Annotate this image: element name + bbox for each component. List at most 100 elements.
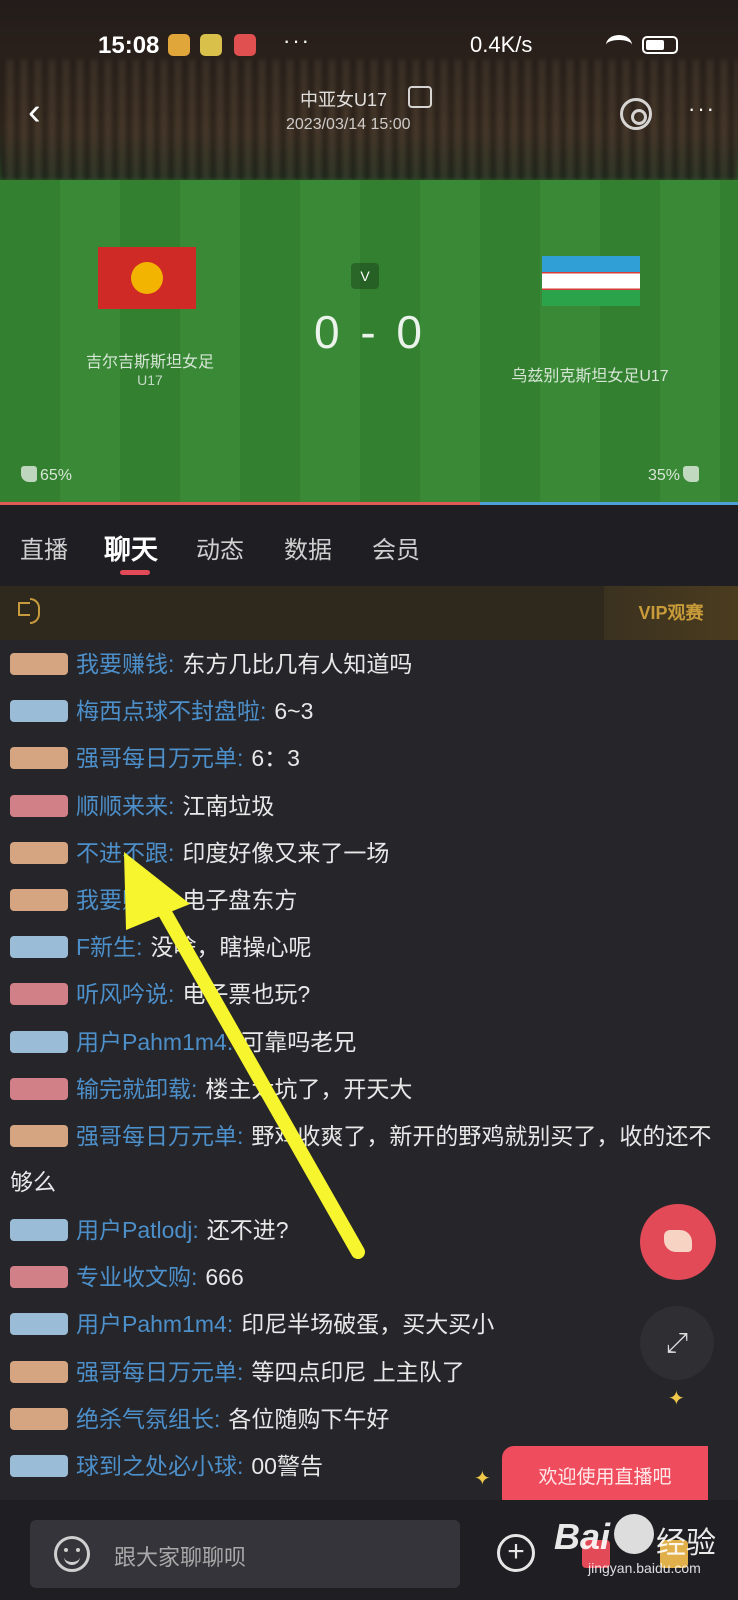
- chat-username[interactable]: 用户Pahm1m4: [76, 1311, 227, 1337]
- user-level-badge: [10, 889, 68, 911]
- chat-username[interactable]: 绝杀气氛组长: [76, 1406, 214, 1432]
- more-icon[interactable]: ···: [688, 96, 716, 122]
- chat-separator: :: [191, 1075, 198, 1102]
- chat-message[interactable]: 用户Pahm1m4: 可靠吗老兄: [10, 1019, 730, 1065]
- chat-separator: :: [214, 1405, 221, 1432]
- expand-icon[interactable]: ⤢: [640, 1306, 714, 1380]
- chat-text: 印度好像又来了一场: [182, 839, 390, 866]
- chat-text: 6~3: [274, 698, 314, 725]
- chat-input-placeholder: 跟大家聊聊呗: [114, 1545, 247, 1570]
- vote-bar-home-fill: [0, 502, 480, 505]
- user-level-badge: [10, 983, 68, 1006]
- chat-message[interactable]: F新生: 没啥，瞎操心呢: [10, 924, 730, 970]
- plus-icon[interactable]: +: [497, 1534, 535, 1572]
- notice-bar: VIP观赛: [0, 586, 738, 640]
- chat-message[interactable]: 用户Patlodj: 还不进?: [10, 1207, 730, 1253]
- chat-message[interactable]: 用户Pahm1m4: 印尼半场破蛋，买大买小: [10, 1301, 730, 1347]
- emoji-icon[interactable]: [54, 1536, 90, 1572]
- chat-message[interactable]: 专业收文购: 666: [10, 1254, 730, 1300]
- chat-text: 电子票也玩?: [182, 981, 311, 1008]
- vip-button[interactable]: VIP观赛: [604, 586, 738, 640]
- chat-message[interactable]: 输完就卸载: 楼主太坑了，开天大: [10, 1066, 730, 1112]
- chat-separator: :: [168, 651, 175, 677]
- chat-username[interactable]: 输完就卸载: [76, 1076, 191, 1102]
- chat-username[interactable]: 听风吟说: [76, 981, 168, 1007]
- status-bar: 15:08 ··· 0.4K/s: [0, 24, 738, 64]
- chat-message[interactable]: 听风吟说: 电子票也玩?: [10, 971, 730, 1017]
- baidu-paw-icon: [614, 1514, 654, 1554]
- chat-username[interactable]: 梅西点球不封盘啦: [76, 698, 260, 724]
- chat-message[interactable]: 我要赚钱: 电子盘东方: [10, 877, 730, 923]
- chat-username[interactable]: 不进不跟: [76, 840, 168, 866]
- status-more-icon: ···: [283, 28, 311, 53]
- chat-separator: :: [191, 1264, 198, 1291]
- chat-separator: :: [168, 839, 175, 866]
- notification-icon: [234, 34, 256, 56]
- chat-message[interactable]: 我要赚钱: 东方几比几有人知道吗: [10, 641, 730, 687]
- chat-text: 可靠吗老兄: [241, 1028, 357, 1055]
- chat-username[interactable]: 强哥每日万元单: [76, 1359, 237, 1385]
- vote-bar: [0, 502, 738, 505]
- watermark-product: 经验: [656, 1527, 716, 1560]
- away-team-flag[interactable]: [542, 256, 640, 306]
- status-time: 15:08: [98, 32, 160, 59]
- chat-message[interactable]: 绝杀气氛组长: 各位随购下午好: [10, 1396, 730, 1442]
- chat-input[interactable]: 跟大家聊聊呗: [30, 1520, 460, 1588]
- user-level-badge: [10, 653, 68, 675]
- wifi-icon: [606, 35, 632, 55]
- chat-username[interactable]: 强哥每日万元单: [76, 1123, 237, 1149]
- chat-username[interactable]: 顺顺来来: [76, 793, 168, 819]
- chat-separator: :: [237, 1453, 244, 1479]
- chat-separator: :: [226, 1028, 234, 1055]
- chat-message[interactable]: 不进不跟: 印度好像又来了一场: [10, 830, 730, 876]
- chat-username[interactable]: F新生: [76, 934, 136, 960]
- sparkle-icon: ✦: [474, 1468, 491, 1490]
- home-team-flag[interactable]: [98, 247, 196, 309]
- chat-separator: :: [260, 698, 267, 725]
- chat-text: 00警告: [251, 1453, 323, 1479]
- chat-text: 还不进?: [206, 1217, 289, 1243]
- chat-username[interactable]: 专业收文购: [76, 1264, 191, 1290]
- tab-member[interactable]: 会员: [372, 530, 420, 565]
- chat-username[interactable]: 我要赚钱: [76, 651, 168, 677]
- user-level-badge: [10, 1360, 68, 1383]
- tab-live[interactable]: 直播: [20, 530, 68, 565]
- user-level-badge: [10, 1077, 68, 1100]
- match-badge: V: [351, 263, 379, 289]
- chat-username[interactable]: 用户Patlodj: [76, 1217, 192, 1243]
- back-icon[interactable]: ‹: [28, 92, 58, 132]
- chat-separator: :: [136, 934, 143, 961]
- tv-icon: [408, 86, 432, 108]
- score: 0 - 0: [313, 306, 427, 358]
- chat-username[interactable]: 强哥每日万元单: [76, 745, 237, 771]
- settings-icon[interactable]: [620, 98, 652, 130]
- chat-message[interactable]: 强哥每日万元单: 等四点印尼 上主队了: [10, 1349, 730, 1395]
- chat-separator: :: [168, 792, 175, 819]
- chat-separator: :: [237, 1358, 244, 1385]
- chat-username[interactable]: 球到之处必小球: [76, 1453, 237, 1479]
- user-level-badge: [10, 1266, 68, 1289]
- gift-icon[interactable]: [640, 1204, 716, 1280]
- notification-icon: [168, 34, 190, 56]
- tab-chat[interactable]: 聊天: [104, 528, 158, 567]
- tab-data[interactable]: 数据: [284, 530, 332, 565]
- chat-message[interactable]: 梅西点球不封盘啦: 6~3: [10, 688, 730, 734]
- chat-username[interactable]: 我要赚钱: [76, 887, 168, 913]
- tab-indicator: [120, 570, 150, 575]
- chat-message[interactable]: 强哥每日万元单: 野鸡收爽了，新开的野鸡就别买了，收的还不够么: [10, 1113, 730, 1205]
- chat-text: 东方几比几有人知道吗: [182, 651, 413, 677]
- home-like-button[interactable]: 65%: [18, 466, 72, 485]
- user-level-badge: [10, 1030, 68, 1053]
- user-level-badge: [10, 936, 68, 959]
- tab-news[interactable]: 动态: [196, 530, 244, 565]
- chat-message[interactable]: 顺顺来来: 江南垃圾: [10, 783, 730, 829]
- chat-list[interactable]: 我要赚钱: 东方几比几有人知道吗 梅西点球不封盘啦: 6~3 强哥每日万元单: 6：3 顺顺…: [0, 640, 738, 1500]
- away-like-button[interactable]: 35%: [648, 466, 702, 485]
- away-team-name: 乌兹别克斯坦女足U17: [511, 368, 669, 385]
- speaker-icon: [18, 598, 40, 624]
- chat-username[interactable]: 用户Pahm1m4: [76, 1029, 227, 1055]
- user-level-badge: [10, 747, 68, 770]
- user-level-badge: [10, 794, 68, 817]
- chat-message[interactable]: 强哥每日万元单: 6：3: [10, 735, 730, 781]
- chat-separator: :: [237, 1123, 244, 1149]
